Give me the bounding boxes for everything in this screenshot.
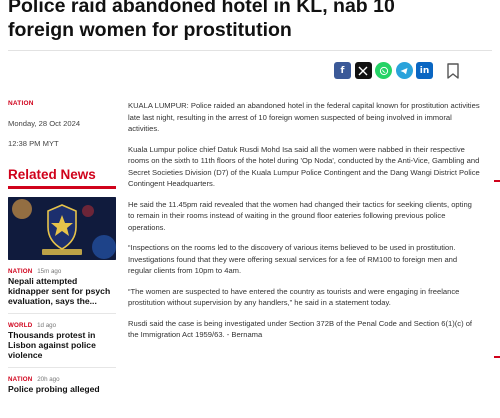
related-item-age: 15m ago bbox=[37, 268, 62, 275]
headline-divider bbox=[8, 50, 492, 51]
article-paragraph: He said the 11.45pm raid revealed that t… bbox=[128, 199, 472, 232]
right-rail-underline bbox=[494, 180, 500, 182]
article-paragraph: “The women are suspected to have entered… bbox=[128, 286, 460, 308]
article-paragraph: Rusdi said the case is being investigate… bbox=[128, 318, 473, 340]
article-category[interactable]: NATION bbox=[8, 100, 118, 107]
related-item-category[interactable]: NATION bbox=[8, 268, 32, 275]
facebook-icon[interactable]: f bbox=[334, 62, 351, 79]
related-item-category[interactable]: WORLD bbox=[8, 322, 32, 329]
article-paragraph: KUALA LUMPUR: Police raided an abandoned… bbox=[128, 101, 480, 133]
article-paragraph: Kuala Lumpur police chief Datuk Rusdi Mo… bbox=[128, 144, 480, 189]
related-item-age: 20h ago bbox=[37, 376, 60, 383]
related-news-underline bbox=[8, 186, 116, 189]
bookmark-icon[interactable] bbox=[446, 62, 460, 79]
share-bar: f in bbox=[334, 62, 460, 79]
right-rail-accent-bar bbox=[494, 356, 500, 358]
article-date: Monday, 28 Oct 2024 bbox=[8, 119, 81, 128]
related-item-divider bbox=[8, 313, 116, 314]
related-news-panel: Related News NATION 15m ago Nepali attem… bbox=[8, 167, 118, 394]
article-paragraph: “Inspections on the rooms led to the dis… bbox=[128, 243, 458, 275]
article-body: KUALA LUMPUR: Police raided an abandoned… bbox=[128, 100, 480, 350]
related-item-headline[interactable]: Thousands protest in Lisbon against poli… bbox=[8, 330, 118, 360]
related-item-headline[interactable]: Nepali attempted kidnapper sent for psyc… bbox=[8, 276, 118, 306]
related-news-title: Related News bbox=[8, 167, 96, 182]
article-meta: NATION Monday, 28 Oct 2024 12:38 PM MYT bbox=[8, 100, 118, 148]
related-news-item[interactable]: WORLD 1d ago Thousands protest in Lisbon… bbox=[8, 322, 118, 368]
related-news-item[interactable]: NATION 15m ago Nepali attempted kidnappe… bbox=[8, 268, 118, 314]
telegram-icon[interactable] bbox=[395, 62, 413, 79]
related-item-headline[interactable]: Police probing alleged bbox=[8, 384, 118, 394]
article-time: 12:38 PM MYT bbox=[8, 139, 59, 148]
whatsapp-icon[interactable] bbox=[375, 62, 392, 79]
linkedin-icon[interactable]: in bbox=[416, 62, 433, 79]
related-item-age: 1d ago bbox=[37, 322, 57, 329]
related-news-item[interactable]: NATION 20h ago Police probing alleged bbox=[8, 376, 118, 394]
related-item-category[interactable]: NATION bbox=[8, 376, 32, 383]
x-icon[interactable] bbox=[354, 62, 372, 79]
article-headline: Police raid abandoned hotel in KL, nab 1… bbox=[8, 0, 395, 41]
related-news-thumbnail[interactable] bbox=[8, 197, 116, 260]
related-item-divider bbox=[8, 367, 116, 368]
